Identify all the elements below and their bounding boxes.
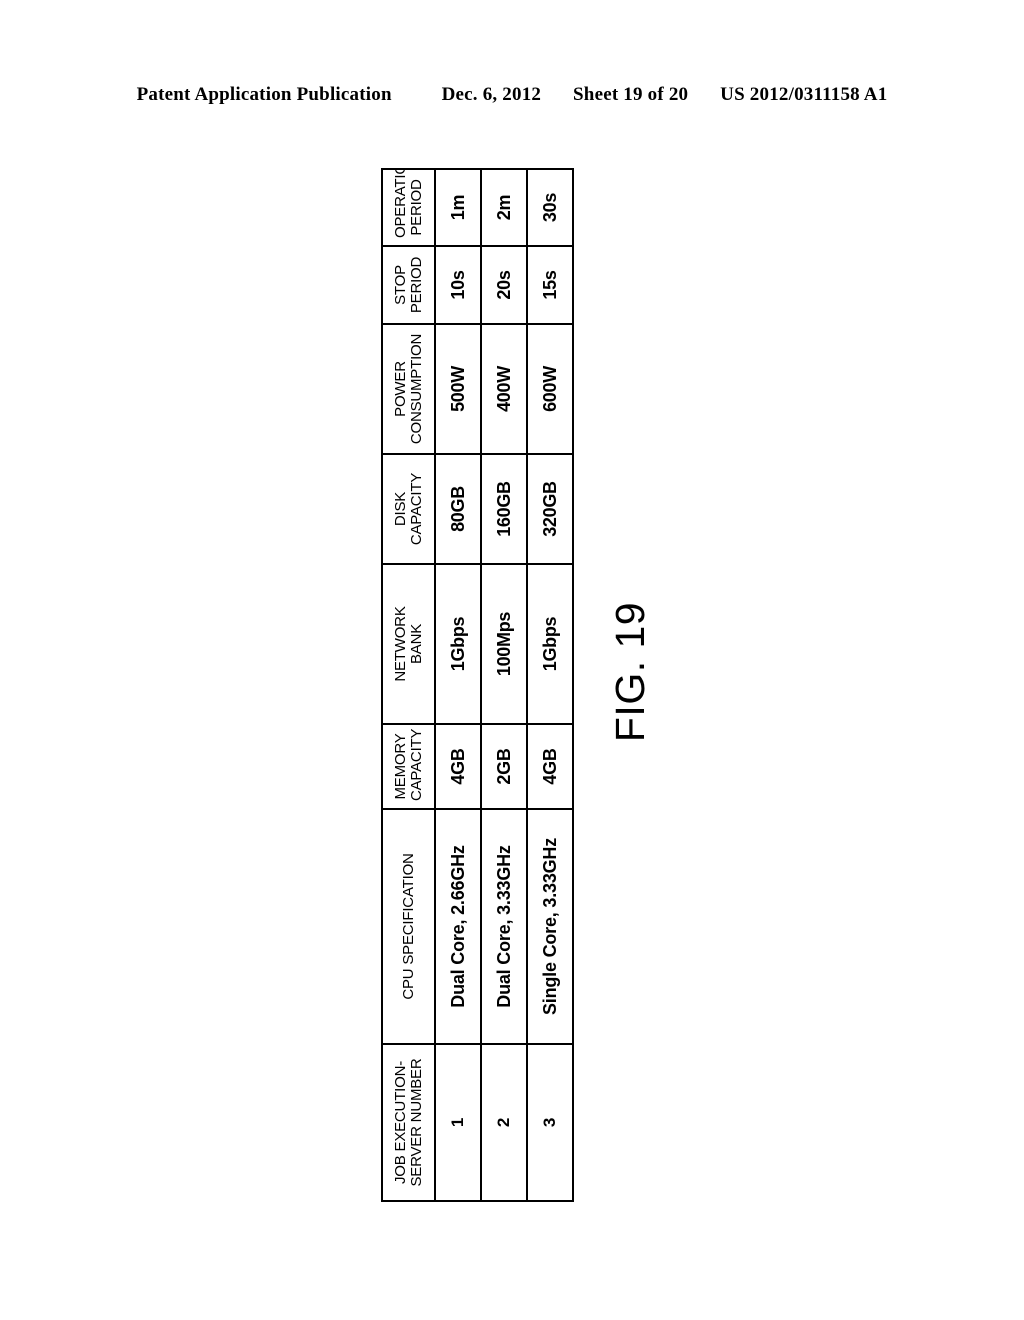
- column-header-operation-period: OPERATION PERIOD: [382, 169, 435, 246]
- cell-disk-capacity: 320GB: [527, 454, 573, 564]
- server-spec-table: JOB EXECUTION- SERVER NUMBER CPU SPECIFI…: [381, 168, 574, 1202]
- figure-caption-text: FIG. 19: [607, 601, 653, 743]
- cell-disk-capacity: 80GB: [435, 454, 481, 564]
- cell-memory-capacity: 4GB: [435, 724, 481, 809]
- cell-operation-period: 2m: [481, 169, 527, 246]
- column-header-stop-period: STOP PERIOD: [382, 246, 435, 324]
- cell-cpu-specification: Dual Core, 2.66GHz: [435, 809, 481, 1044]
- cell-cpu-specification: Dual Core, 3.33GHz: [481, 809, 527, 1044]
- column-header-server-number: JOB EXECUTION- SERVER NUMBER: [382, 1044, 435, 1201]
- table-row: 1 Dual Core, 2.66GHz 4GB 1Gbps 80GB 500W…: [435, 169, 481, 1201]
- cell-power-consumption: 400W: [481, 324, 527, 454]
- cell-memory-capacity: 2GB: [481, 724, 527, 809]
- column-header-cpu-specification: CPU SPECIFICATION: [382, 809, 435, 1044]
- table-header-row: JOB EXECUTION- SERVER NUMBER CPU SPECIFI…: [382, 169, 435, 1201]
- table-row: 3 Single Core, 3.33GHz 4GB 1Gbps 320GB 6…: [527, 169, 573, 1201]
- cell-network-bank: 1Gbps: [527, 564, 573, 724]
- column-header-network-bank: NETWORK BANK: [382, 564, 435, 724]
- cell-network-bank: 100Mps: [481, 564, 527, 724]
- cell-memory-capacity: 4GB: [527, 724, 573, 809]
- figure-19-area: JOB EXECUTION- SERVER NUMBER CPU SPECIFI…: [0, 0, 1024, 1320]
- column-header-disk-capacity: DISK CAPACITY: [382, 454, 435, 564]
- cell-power-consumption: 500W: [435, 324, 481, 454]
- cell-disk-capacity: 160GB: [481, 454, 527, 564]
- cell-cpu-specification: Single Core, 3.33GHz: [527, 809, 573, 1044]
- cell-operation-period: 1m: [435, 169, 481, 246]
- table-row: 2 Dual Core, 3.33GHz 2GB 100Mps 160GB 40…: [481, 169, 527, 1201]
- cell-power-consumption: 600W: [527, 324, 573, 454]
- column-header-power-consumption: POWER CONSUMPTION: [382, 324, 435, 454]
- cell-stop-period: 20s: [481, 246, 527, 324]
- cell-operation-period: 30s: [527, 169, 573, 246]
- cell-stop-period: 10s: [435, 246, 481, 324]
- cell-server-number: 3: [527, 1044, 573, 1201]
- column-header-memory-capacity: MEMORY CAPACITY: [382, 724, 435, 809]
- cell-server-number: 2: [481, 1044, 527, 1201]
- cell-network-bank: 1Gbps: [435, 564, 481, 724]
- server-spec-table-wrapper: JOB EXECUTION- SERVER NUMBER CPU SPECIFI…: [381, 168, 574, 1202]
- server-spec-table-rotation: JOB EXECUTION- SERVER NUMBER CPU SPECIFI…: [381, 168, 574, 1202]
- cell-stop-period: 15s: [527, 246, 573, 324]
- cell-server-number: 1: [435, 1044, 481, 1201]
- figure-caption: FIG. 19: [605, 596, 655, 748]
